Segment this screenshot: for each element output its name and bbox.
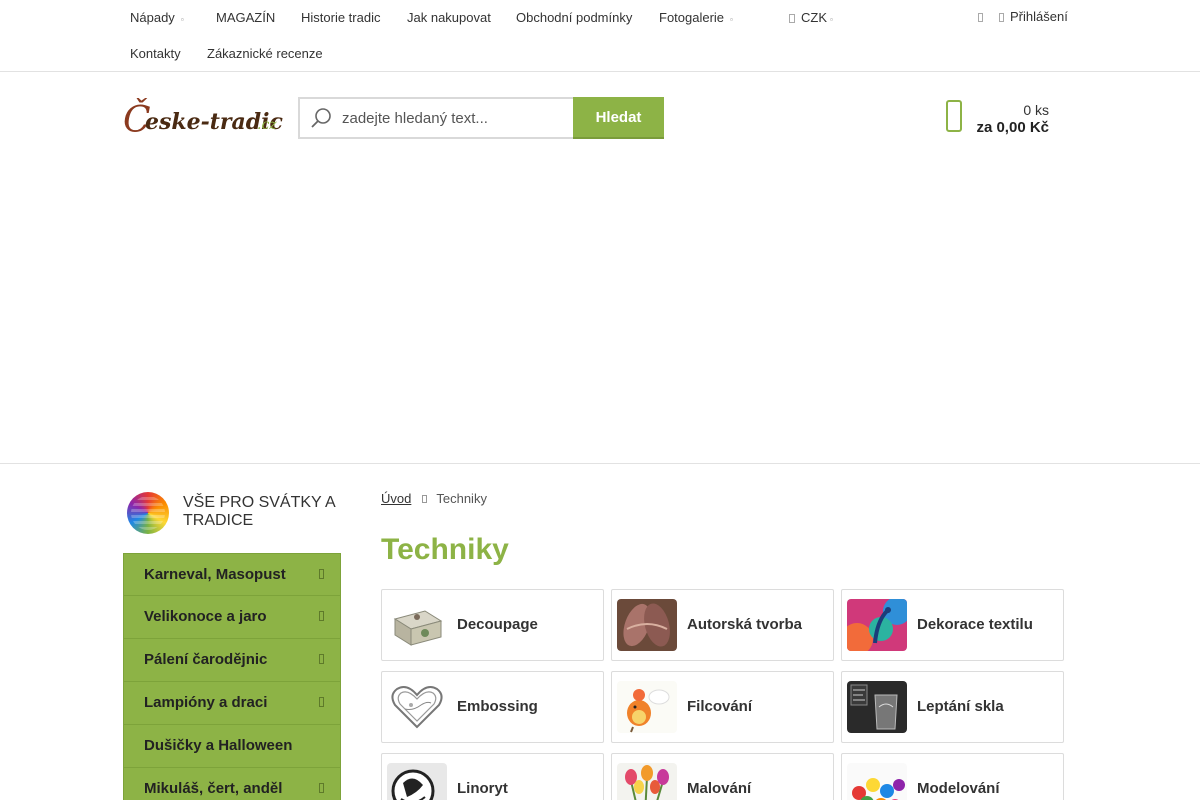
category-label: Leptání skla xyxy=(917,698,1004,715)
search-input[interactable] xyxy=(342,109,562,127)
tulips-painting-thumb xyxy=(617,763,677,800)
sidebar-item-mikulas[interactable]: Mikuláš, čert, anděl xyxy=(123,768,341,800)
cart-total: za 0,00 Kč xyxy=(976,119,1049,136)
sidebar-item-label: Velikonoce a jaro xyxy=(144,608,267,625)
sidebar-item-karneval[interactable]: Karneval, Masopust xyxy=(123,553,341,596)
category-label: Dekorace textilu xyxy=(917,616,1033,633)
chevron-down-icon: ▫ xyxy=(730,15,733,24)
currency-selector[interactable]: CZK ▫ xyxy=(789,10,833,25)
sidebar-title: VŠE PRO SVÁTKY A TRADICE xyxy=(183,494,335,529)
nav-magazin[interactable]: MAGAZÍN xyxy=(216,10,275,25)
cart-widget[interactable]: 0 ks za 0,00 Kč xyxy=(940,98,1052,140)
currency-icon xyxy=(789,14,795,23)
chevron-right-icon xyxy=(319,783,324,793)
heart-embossing-thumb xyxy=(387,681,447,733)
breadcrumb-current: Techniky xyxy=(436,491,487,506)
peacock-textile-thumb xyxy=(847,599,907,651)
nav-label: Nápady xyxy=(130,10,175,25)
glass-etching-thumb xyxy=(847,681,907,733)
category-label: Decoupage xyxy=(457,616,538,633)
user-icon xyxy=(999,13,1004,22)
sidebar-item-velikonoce[interactable]: Velikonoce a jaro xyxy=(123,596,341,639)
breadcrumb: Úvod Techniky xyxy=(381,491,487,506)
author-craft-thumb xyxy=(617,599,677,651)
cart-icon xyxy=(946,100,962,132)
cart-count: 0 ks xyxy=(1023,102,1049,118)
category-card-malovani[interactable]: Malování xyxy=(611,753,834,800)
paper-lantern-icon xyxy=(127,492,169,534)
category-label: Modelování xyxy=(917,780,1000,797)
category-label: Embossing xyxy=(457,698,538,715)
sidebar-item-label: Lampióny a draci xyxy=(144,694,268,711)
search-button[interactable]: Hledat xyxy=(573,97,664,139)
breadcrumb-separator-icon xyxy=(422,495,428,503)
chevron-down-icon: ▫ xyxy=(180,15,184,24)
sidebar-heading: VŠE PRO SVÁTKY A TRADICE xyxy=(123,490,341,538)
chevron-right-icon xyxy=(319,611,324,621)
sidebar-item-label: Dušičky a Halloween xyxy=(144,737,293,754)
chevron-down-icon: ▫ xyxy=(830,15,833,24)
decoupage-box-thumb xyxy=(387,599,447,651)
sidebar-item-dusicky[interactable]: Dušičky a Halloween xyxy=(123,725,341,768)
search-icon xyxy=(311,108,331,128)
category-label: Linoryt xyxy=(457,780,508,797)
top-navigation: Nápady ▫ MAGAZÍN Historie tradic Jak naku… xyxy=(0,0,1200,72)
sidebar-item-label: Karneval, Masopust xyxy=(144,566,286,583)
site-logo[interactable]: Č eske-tradice .cz xyxy=(123,98,297,141)
category-label: Malování xyxy=(687,780,752,797)
nav-fotogalerie[interactable]: Fotogalerie ▫ xyxy=(659,10,733,25)
login-label: Přihlášení xyxy=(1010,9,1068,24)
header-divider xyxy=(0,463,1200,464)
wishlist-icon[interactable] xyxy=(978,9,983,24)
login-link[interactable]: Přihlášení xyxy=(999,9,1068,24)
chevron-right-icon xyxy=(319,654,324,664)
category-card-modelovani[interactable]: Modelování xyxy=(841,753,1064,800)
nav-zakaznicke-recenze[interactable]: Zákaznické recenze xyxy=(207,46,323,61)
linocut-thumb xyxy=(387,763,447,800)
search-form: Hledat xyxy=(298,97,664,139)
sidebar-item-carodejnice[interactable]: Pálení čarodějnic xyxy=(123,639,341,682)
heart-icon xyxy=(978,13,983,22)
sidebar-item-lampiony[interactable]: Lampióny a draci xyxy=(123,682,341,725)
sidebar-item-label: Mikuláš, čert, anděl xyxy=(144,780,283,797)
sidebar-item-label: Pálení čarodějnic xyxy=(144,651,268,668)
nav-kontakty[interactable]: Kontakty xyxy=(130,46,181,61)
nav-jak-nakupovat[interactable]: Jak nakupovat xyxy=(407,10,491,25)
category-card-embossing[interactable]: Embossing xyxy=(381,671,604,743)
page-title: Techniky xyxy=(381,533,509,566)
chevron-right-icon xyxy=(319,697,324,707)
category-card-linoryt[interactable]: Linoryt xyxy=(381,753,604,800)
sidebar-menu: Karneval, Masopust Velikonoce a jaro Pál… xyxy=(123,553,341,800)
category-card-autorska-tvorba[interactable]: Autorská tvorba xyxy=(611,589,834,661)
category-card-dekorace-textilu[interactable]: Dekorace textilu xyxy=(841,589,1064,661)
nav-label: Fotogalerie xyxy=(659,10,725,25)
category-card-filcovani[interactable]: Filcování xyxy=(611,671,834,743)
nav-napady[interactable]: Nápady ▫ xyxy=(130,10,184,25)
search-field xyxy=(298,97,573,139)
nav-obchodni-podminky[interactable]: Obchodní podmínky xyxy=(516,10,632,25)
logo-suffix: .cz xyxy=(257,117,277,133)
nav-historie-tradic[interactable]: Historie tradic xyxy=(301,10,380,25)
currency-label: CZK xyxy=(801,10,827,25)
felt-bird-thumb xyxy=(617,681,677,733)
breadcrumb-home[interactable]: Úvod xyxy=(381,491,411,506)
category-card-decoupage[interactable]: Decoupage xyxy=(381,589,604,661)
chevron-right-icon xyxy=(319,569,324,579)
category-card-leptani-skla[interactable]: Leptání skla xyxy=(841,671,1064,743)
category-label: Filcování xyxy=(687,698,753,715)
clay-beads-thumb xyxy=(847,763,907,800)
category-label: Autorská tvorba xyxy=(687,616,803,633)
